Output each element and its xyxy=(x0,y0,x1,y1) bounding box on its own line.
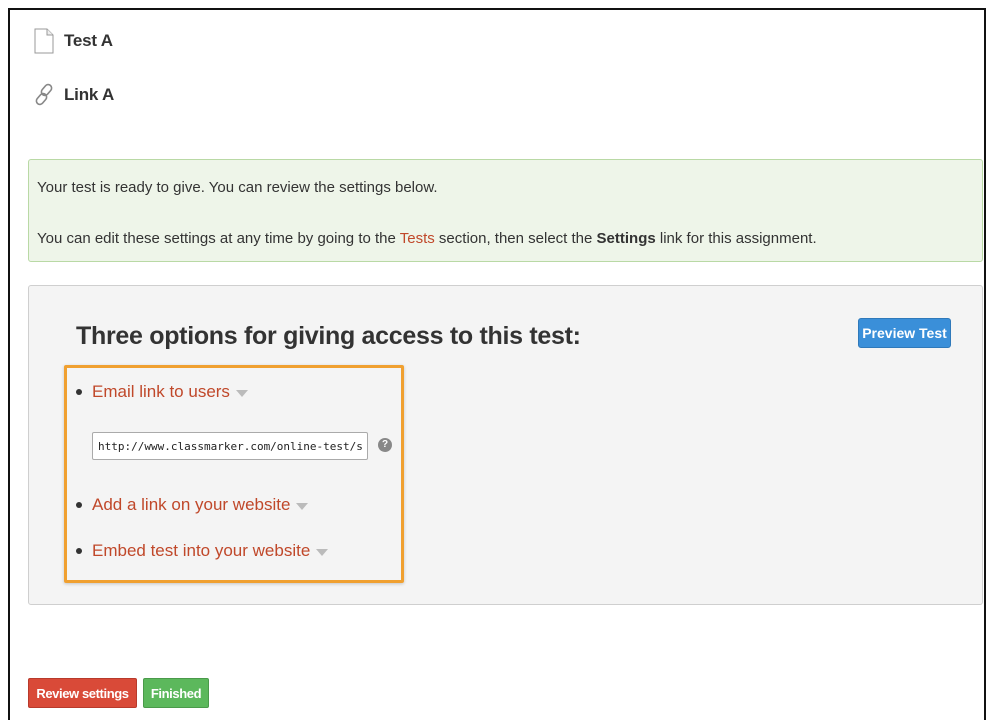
option-label[interactable]: Embed test into your website xyxy=(92,541,310,561)
option-embed-test[interactable]: Embed test into your website xyxy=(76,541,329,561)
options-highlight-box: Email link to users ? Add a link on your… xyxy=(64,365,404,583)
option-email-link[interactable]: Email link to users xyxy=(76,382,248,402)
caret-down-icon[interactable] xyxy=(296,502,309,510)
access-options-panel: Three options for giving access to this … xyxy=(28,285,983,605)
settings-text: Settings xyxy=(596,230,656,247)
link-icon xyxy=(34,82,54,108)
caret-down-icon[interactable] xyxy=(316,548,329,556)
test-item[interactable]: Test A xyxy=(34,28,113,54)
notice-text: section, then select the xyxy=(434,230,597,247)
notice-line-2: You can edit these settings at any time … xyxy=(37,230,817,247)
success-notice: Your test is ready to give. You can revi… xyxy=(28,159,983,262)
bullet xyxy=(76,389,82,395)
finished-button[interactable]: Finished xyxy=(143,678,209,708)
notice-text: You can edit these settings at any time … xyxy=(37,230,400,247)
test-url-field[interactable] xyxy=(92,432,368,460)
bullet xyxy=(76,502,82,508)
notice-line-1: Your test is ready to give. You can revi… xyxy=(37,179,438,196)
caret-down-icon[interactable] xyxy=(235,389,248,397)
bullet xyxy=(76,548,82,554)
help-icon[interactable]: ? xyxy=(378,438,392,452)
review-settings-button[interactable]: Review settings xyxy=(28,678,137,708)
preview-test-button[interactable]: Preview Test xyxy=(858,318,951,348)
link-item[interactable]: Link A xyxy=(34,82,114,108)
option-add-link[interactable]: Add a link on your website xyxy=(76,495,309,515)
document-icon xyxy=(34,28,54,54)
option-label[interactable]: Add a link on your website xyxy=(92,495,290,515)
panel-heading: Three options for giving access to this … xyxy=(76,322,581,350)
option-label[interactable]: Email link to users xyxy=(92,382,230,402)
tests-link[interactable]: Tests xyxy=(400,230,435,247)
link-title[interactable]: Link A xyxy=(64,85,114,105)
test-title[interactable]: Test A xyxy=(64,31,113,51)
notice-text: link for this assignment. xyxy=(655,230,817,247)
